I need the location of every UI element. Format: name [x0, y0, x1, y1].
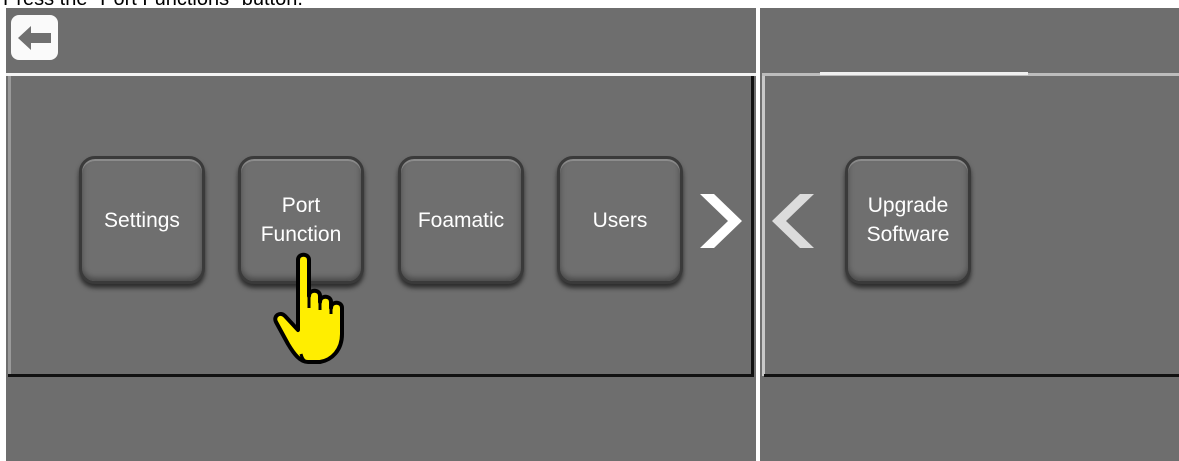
chevron-right-icon[interactable]	[698, 192, 744, 250]
next-panel-left-border	[762, 76, 765, 376]
next-footer-divider	[764, 374, 1179, 377]
header-divider	[6, 73, 756, 76]
users-button-label: Users	[592, 208, 648, 232]
panel-left-border	[8, 76, 11, 376]
footer-divider	[8, 374, 754, 377]
foamatic-button[interactable]: Foamatic	[398, 156, 524, 284]
users-button[interactable]: Users	[557, 156, 683, 284]
pointing-hand-icon	[273, 252, 344, 364]
settings-button[interactable]: Settings	[79, 156, 205, 284]
panel-right-border	[751, 76, 754, 376]
upgrade-software-button[interactable]: Upgrade Software	[845, 156, 971, 284]
chevron-left-icon[interactable]	[770, 192, 816, 250]
upgrade-software-button-label: Upgrade Software	[866, 194, 950, 246]
foamatic-button-label: Foamatic	[417, 208, 505, 232]
arrow-left-icon	[17, 25, 51, 50]
settings-button-label: Settings	[104, 208, 180, 232]
next-header-highlight	[820, 72, 1028, 75]
port-function-button-label: Port Function	[260, 194, 342, 246]
back-button[interactable]	[11, 15, 58, 60]
